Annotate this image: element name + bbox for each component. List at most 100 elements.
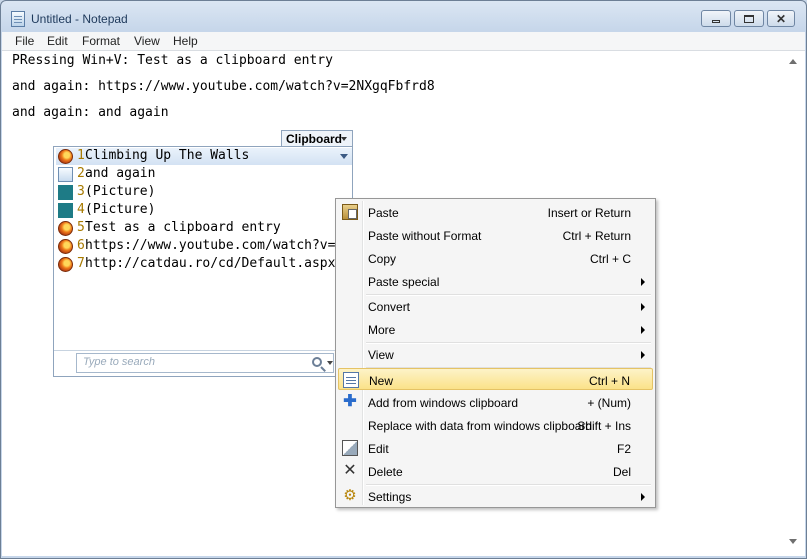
submenu-arrow-icon: [641, 278, 645, 286]
editor-line: PRessing Win+V: Test as a clipboard entr…: [12, 53, 333, 68]
menu-item-add-from-clipboard[interactable]: ✚ Add from windows clipboard + (Num): [338, 391, 653, 413]
menu-item-label: Copy: [368, 252, 397, 266]
scroll-up-icon[interactable]: [789, 59, 797, 64]
window-title: Untitled - Notepad: [31, 12, 128, 26]
clipboard-item[interactable]: 2 and again: [56, 166, 352, 183]
clipboard-item-number: 5: [77, 220, 85, 235]
menu-item-shortcut: + (Num): [587, 396, 631, 410]
editor-line: and again: and again: [12, 105, 169, 120]
chevron-down-icon[interactable]: [327, 361, 333, 365]
firefox-icon: [58, 221, 73, 236]
chevron-down-icon[interactable]: [340, 154, 348, 159]
minimize-button[interactable]: [701, 10, 731, 27]
paste-icon: [342, 204, 358, 220]
clipboard-item[interactable]: 7 http://catdau.ro/cd/Default.aspx: [56, 256, 352, 273]
menu-item-label: Paste without Format: [368, 229, 482, 243]
menu-item-shortcut: Del: [612, 465, 631, 479]
menu-item-label: View: [368, 348, 394, 362]
notepad-icon: [11, 11, 25, 27]
menu-item-label: New: [369, 374, 394, 388]
search-input[interactable]: [83, 356, 303, 368]
menu-item-new[interactable]: New Ctrl + N: [338, 368, 653, 390]
menu-item-paste-special[interactable]: Paste special: [338, 270, 653, 292]
menu-item-label: Delete: [368, 465, 403, 479]
firefox-icon: [58, 239, 73, 254]
submenu-arrow-icon: [641, 326, 645, 334]
menu-item-delete[interactable]: ✕ Delete Del: [338, 460, 653, 482]
menu-item-label: Paste: [368, 206, 399, 220]
clipboard-item-text: and again: [85, 166, 156, 181]
gear-icon: ⚙: [343, 487, 357, 504]
menu-view[interactable]: View: [134, 34, 160, 48]
menu-item-shortcut: Ctrl + N: [588, 374, 630, 388]
menu-format[interactable]: Format: [82, 34, 120, 48]
menu-file[interactable]: File: [15, 34, 34, 48]
menu-help[interactable]: Help: [173, 34, 198, 48]
menu-item-shortcut: Ctrl + C: [589, 252, 631, 266]
delete-icon: ✕: [343, 462, 357, 479]
chevron-down-icon: [341, 137, 347, 141]
menu-item-label: Edit: [368, 442, 389, 456]
menu-item-more[interactable]: More: [338, 318, 653, 340]
clipboard-tab[interactable]: Clipboard: [281, 130, 353, 147]
close-icon: ✕: [775, 11, 787, 26]
clipboard-item-text: (Picture): [85, 184, 156, 199]
picture-icon: [58, 185, 73, 200]
submenu-arrow-icon: [641, 303, 645, 311]
menu-item-convert[interactable]: Convert: [338, 295, 653, 317]
clipboard-item-number: 7: [77, 256, 85, 271]
notepad-icon: [58, 167, 73, 182]
menu-item-settings[interactable]: ⚙ Settings: [338, 485, 653, 507]
submenu-arrow-icon: [641, 351, 645, 359]
menu-item-paste[interactable]: Paste Insert or Return: [338, 201, 653, 223]
menu-item-copy[interactable]: Copy Ctrl + C: [338, 247, 653, 269]
clipboard-item-text: Climbing Up The Walls: [85, 148, 250, 163]
divider: [54, 350, 352, 351]
search-icon[interactable]: [312, 357, 322, 367]
title-bar[interactable]: Untitled - Notepad ✕: [1, 1, 806, 32]
clipboard-item-text: https://www.youtube.com/watch?v=: [85, 238, 336, 253]
clipboard-item-number: 4: [77, 202, 85, 217]
menu-item-shortcut: F2: [616, 442, 631, 456]
clipboard-item[interactable]: 5 Test as a clipboard entry: [56, 220, 352, 237]
clipboard-item[interactable]: 4 (Picture): [56, 202, 352, 219]
clipboard-item-text: Test as a clipboard entry: [85, 220, 281, 235]
edit-icon: [342, 440, 358, 456]
menu-item-shortcut: Insert or Return: [547, 206, 631, 220]
picture-icon: [58, 203, 73, 218]
maximize-icon: [744, 14, 754, 23]
menu-item-label: Paste special: [368, 275, 440, 289]
vertical-scrollbar[interactable]: [783, 51, 805, 556]
menu-item-replace-from-clipboard[interactable]: Replace with data from windows clipboard…: [338, 414, 653, 436]
clipboard-item[interactable]: 1 Climbing Up The Walls: [56, 148, 352, 165]
submenu-arrow-icon: [641, 493, 645, 501]
clipboard-item-text: http://catdau.ro/cd/Default.aspx: [85, 256, 336, 271]
clipboard-panel: 1 Climbing Up The Walls 2 and again 3 (P…: [53, 146, 353, 377]
menu-item-label: More: [368, 323, 396, 337]
maximize-button[interactable]: [734, 10, 764, 27]
menu-item-shortcut: Ctrl + Return: [562, 229, 631, 243]
firefox-icon: [58, 149, 73, 164]
clipboard-item-number: 2: [77, 166, 85, 181]
menu-item-edit[interactable]: Edit F2: [338, 437, 653, 459]
new-document-icon: [343, 372, 359, 388]
clipboard-item-number: 1: [77, 148, 85, 163]
menu-bar: File Edit Format View Help: [2, 32, 805, 51]
clipboard-item[interactable]: 3 (Picture): [56, 184, 352, 201]
search-box: [76, 353, 334, 373]
clipboard-item-number: 6: [77, 238, 85, 253]
scroll-down-icon[interactable]: [789, 539, 797, 544]
menu-item-view[interactable]: View: [338, 343, 653, 365]
editor-line: and again: https://www.youtube.com/watch…: [12, 79, 435, 94]
menu-item-label: Add from windows clipboard: [368, 396, 519, 410]
menu-edit[interactable]: Edit: [47, 34, 68, 48]
clipboard-tab-label: Clipboard: [286, 132, 342, 146]
menu-item-label: Replace with data from windows clipboard: [368, 419, 593, 433]
firefox-icon: [58, 257, 73, 272]
menu-item-label: Convert: [368, 300, 411, 314]
close-button[interactable]: ✕: [767, 10, 795, 27]
menu-item-label: Settings: [368, 490, 412, 504]
plus-icon: ✚: [343, 393, 357, 410]
clipboard-item[interactable]: 6 https://www.youtube.com/watch?v=: [56, 238, 352, 255]
menu-item-paste-without-format[interactable]: Paste without Format Ctrl + Return: [338, 224, 653, 246]
